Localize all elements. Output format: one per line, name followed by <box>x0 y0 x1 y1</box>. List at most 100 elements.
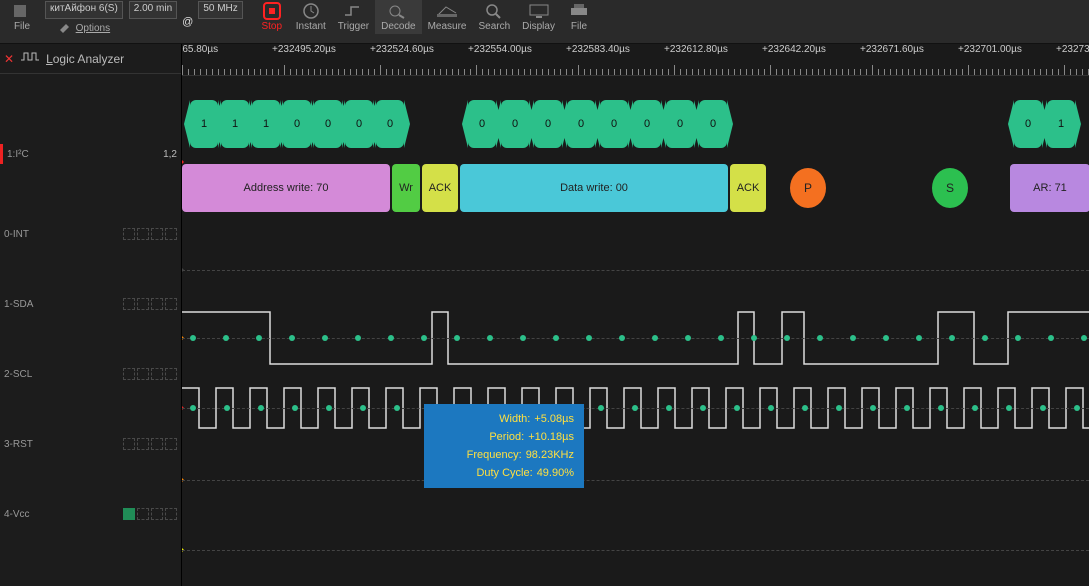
sample-dot <box>850 335 856 341</box>
edge-both-icon[interactable] <box>151 438 163 450</box>
file-label: File <box>14 21 30 32</box>
sample-dot <box>326 405 332 411</box>
edge-both-icon[interactable] <box>151 508 163 520</box>
ch2-row[interactable]: 2-SCL <box>0 364 181 384</box>
edge-x-icon[interactable] <box>165 508 177 520</box>
analyzer-title-text: ogic Analyzer <box>53 52 124 66</box>
bit-hex: 1 <box>190 100 218 148</box>
bit-hex: 0 <box>283 100 311 148</box>
timeline-label: +232642.20µs <box>762 44 826 55</box>
edge-x-icon[interactable] <box>165 298 177 310</box>
wf-int[interactable]: 0 <box>182 244 1089 296</box>
edge-fall-icon[interactable] <box>137 298 149 310</box>
timeline-label: +232701.00µs <box>958 44 1022 55</box>
edge-rise-icon[interactable] <box>123 508 135 520</box>
meas-freq-v: 98.23KHz <box>526 446 574 464</box>
edge-x-icon[interactable] <box>165 228 177 240</box>
sample-dot <box>666 405 672 411</box>
ch1-label: 1-SDA <box>4 299 121 310</box>
trigger-button[interactable]: Trigger <box>332 0 375 34</box>
sample-dot <box>292 405 298 411</box>
axis <box>182 480 1089 481</box>
measure-label: Measure <box>428 21 467 32</box>
edge-fall-icon[interactable] <box>137 438 149 450</box>
wrench-icon[interactable] <box>58 20 74 37</box>
ch3-row[interactable]: 3-RST <box>0 434 181 454</box>
device-combo[interactable]: китАйфон 6(S) <box>45 1 123 19</box>
sample-dot <box>1040 405 1046 411</box>
stop-button[interactable]: Stop <box>254 0 290 34</box>
decode-label: Decode <box>381 21 415 32</box>
sample-dot <box>256 335 262 341</box>
ch0-row[interactable]: 0-INT <box>0 224 181 244</box>
wf-rst[interactable]: 3 <box>182 454 1089 506</box>
file-menu-2[interactable]: File <box>561 0 597 34</box>
decode-stop: P <box>790 168 826 208</box>
decode-button[interactable]: Decode <box>375 0 421 34</box>
bit-hex: 0 <box>376 100 404 148</box>
timeline[interactable]: !465.80µs+232495.20µs+232524.60µs+232554… <box>182 44 1089 76</box>
display-button[interactable]: Display <box>516 0 561 34</box>
duration-combo[interactable]: 2.00 min <box>129 1 177 19</box>
sample-dot <box>1015 335 1021 341</box>
decode-block: Wr <box>392 164 420 212</box>
sample-dot <box>718 335 724 341</box>
timeline-ticks <box>182 61 1089 75</box>
edge-x-icon[interactable] <box>165 438 177 450</box>
samplerate-combo[interactable]: 50 MHz <box>198 1 242 19</box>
ch1-row[interactable]: 1-SDA <box>0 294 181 314</box>
axis <box>182 270 1089 271</box>
decode-icon <box>386 2 410 20</box>
timeline-label: +232583.40µs <box>566 44 630 55</box>
trigger-label: Trigger <box>338 21 369 32</box>
edge-fall-icon[interactable] <box>137 228 149 240</box>
sample-dot <box>972 405 978 411</box>
wf-sda[interactable]: 1 <box>182 302 1089 374</box>
edge-both-icon[interactable] <box>151 298 163 310</box>
sample-dot <box>1081 335 1087 341</box>
sample-dot <box>224 405 230 411</box>
decode-block: AR: 71 <box>1010 164 1089 212</box>
bit-hex: 0 <box>534 100 562 148</box>
analyzer-title[interactable]: ✕ Logic Analyzer <box>0 44 181 74</box>
wf-vcc[interactable]: 4 <box>182 524 1089 576</box>
i2c-decoder-row[interactable]: 1:I²C 1,2 <box>0 144 181 164</box>
timeline-label: +232524.60µs <box>370 44 434 55</box>
file-menu-1[interactable]: File <box>4 0 40 34</box>
close-icon[interactable]: ✕ <box>4 52 14 66</box>
search-button[interactable]: Search <box>472 0 516 34</box>
edge-rise-icon[interactable] <box>123 368 135 380</box>
decode-block: ACK <box>422 164 458 212</box>
wf-scl[interactable]: 2 <box>182 378 1089 438</box>
edge-fall-icon[interactable] <box>137 508 149 520</box>
sample-dot <box>982 335 988 341</box>
decode-block: ACK <box>730 164 766 212</box>
waveform-area[interactable]: !465.80µs+232495.20µs+232524.60µs+232554… <box>182 44 1089 586</box>
options-label[interactable]: Options <box>76 23 110 34</box>
edge-fall-icon[interactable] <box>137 368 149 380</box>
ch4-row[interactable]: 4-Vcc <box>0 504 181 524</box>
meas-width-v: +5.08µs <box>534 410 574 428</box>
meas-period-k: Period: <box>489 428 524 446</box>
top-toolbar: File китАйфон 6(S) Options 2.00 min @ 50… <box>0 0 1089 44</box>
edge-x-icon[interactable] <box>165 368 177 380</box>
display-label: Display <box>522 21 555 32</box>
bit-hex: 0 <box>567 100 595 148</box>
edge-rise-icon[interactable] <box>123 438 135 450</box>
bit-hex: 0 <box>501 100 529 148</box>
file2-label: File <box>571 21 587 32</box>
edge-rise-icon[interactable] <box>123 298 135 310</box>
timeline-label: +232730. <box>1056 44 1089 55</box>
ch4-label: 4-Vcc <box>4 509 121 520</box>
measure-button[interactable]: Measure <box>422 0 473 34</box>
edge-rise-icon[interactable] <box>123 228 135 240</box>
edge-both-icon[interactable] <box>151 228 163 240</box>
sample-dot <box>916 335 922 341</box>
sample-dot <box>1006 405 1012 411</box>
edge-both-icon[interactable] <box>151 368 163 380</box>
sample-dot <box>586 335 592 341</box>
sample-dot <box>388 335 394 341</box>
bit-hex: 1 <box>1047 100 1075 148</box>
instant-button[interactable]: Instant <box>290 0 332 34</box>
sample-dot <box>949 335 955 341</box>
